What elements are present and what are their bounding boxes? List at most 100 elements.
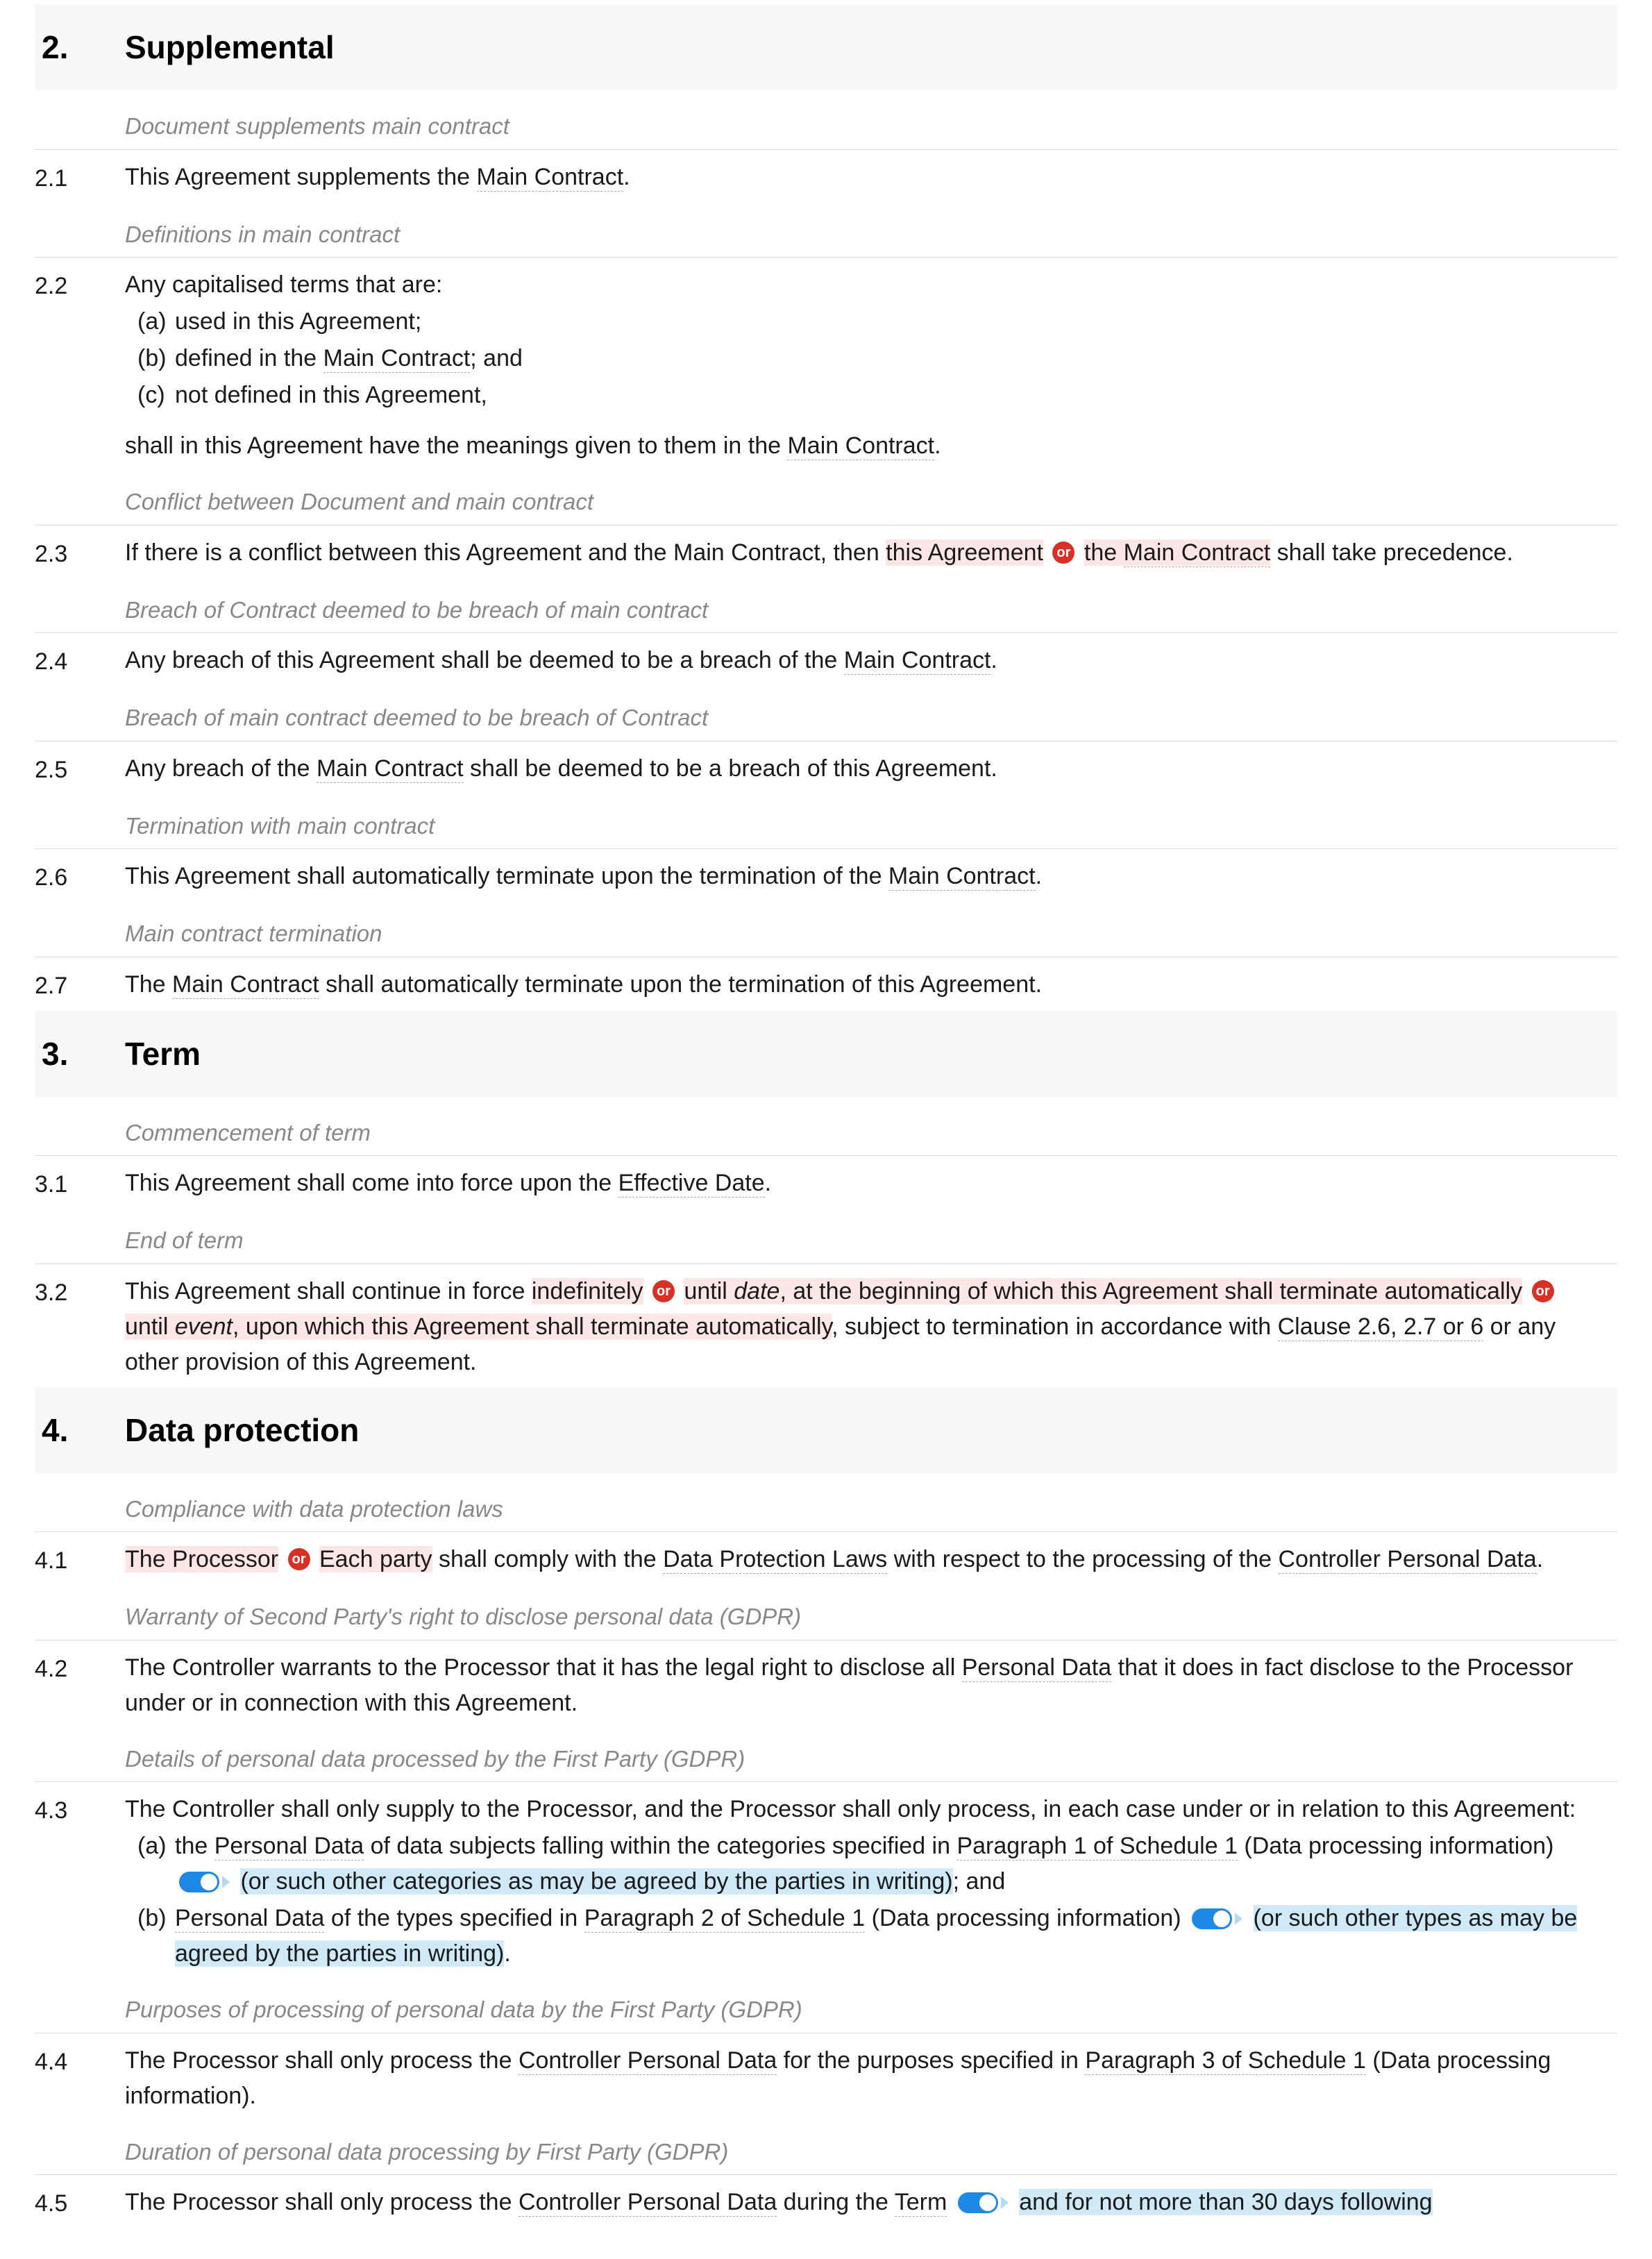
clause-2-7-body: The Main Contract shall automatically te… (125, 967, 1617, 1004)
paragraph-ref[interactable]: Paragraph 3 of Schedule 1 (1085, 2047, 1366, 2075)
defined-term[interactable]: Controller Personal Data (519, 2047, 777, 2075)
section-3-heading: 3. Term (35, 1011, 1617, 1098)
paragraph-ref[interactable]: Paragraph 2 of Schedule 1 (584, 1905, 866, 1933)
defined-term[interactable]: Personal Data (962, 1654, 1111, 1682)
defined-term[interactable]: Main Contract (787, 433, 934, 460)
clause-2-4-num: 2.4 (35, 643, 125, 680)
optional-text[interactable]: (or such other categories as may be agre… (240, 1868, 952, 1895)
defined-term[interactable]: Data Protection Laws (663, 1546, 887, 1574)
caption-2-4-text: Breach of Contract deemed to be breach o… (125, 593, 708, 628)
clause-2-6-body: This Agreement shall automatically termi… (125, 859, 1617, 896)
toggle-optional[interactable] (179, 1872, 230, 1892)
or-selector[interactable]: or (1052, 541, 1074, 564)
clause-4-2-num: 4.2 (35, 1650, 125, 1721)
clause-2-2: 2.2 Any capitalised terms that are: (a)u… (35, 258, 1617, 467)
caption-4-1-text: Compliance with data protection laws (125, 1492, 503, 1527)
clause-4-1-body: The Processor or Each party shall comply… (125, 1542, 1617, 1579)
defined-term[interactable]: Personal Data (214, 1833, 364, 1861)
clause-2-3-num: 2.3 (35, 535, 125, 572)
option-this-agreement[interactable]: this Agreement (886, 539, 1043, 566)
clause-4-4: 4.4 The Processor shall only process the… (35, 2033, 1617, 2117)
defined-term[interactable]: Main Contract (888, 863, 1036, 891)
clause-2-7: 2.7 The Main Contract shall automaticall… (35, 957, 1617, 1007)
clause-4-1-num: 4.1 (35, 1542, 125, 1579)
clause-4-3: 4.3 The Controller shall only supply to … (35, 1782, 1617, 1974)
clause-3-1: 3.1 This Agreement shall come into force… (35, 1156, 1617, 1205)
defined-term[interactable]: Controller Personal Data (1279, 1546, 1537, 1574)
clause-4-4-num: 4.4 (35, 2043, 125, 2114)
clause-4-2: 4.2 The Controller warrants to the Proce… (35, 1640, 1617, 1724)
caption-2-2-text: Definitions in main contract (125, 217, 400, 252)
paragraph-ref[interactable]: Paragraph 1 of Schedule 1 (956, 1833, 1238, 1861)
clause-2-6: 2.6 This Agreement shall automatically t… (35, 849, 1617, 898)
clause-4-3-num: 4.3 (35, 1792, 125, 1972)
caption-3-2-text: End of term (125, 1223, 244, 1258)
option-main-contract[interactable]: the Main Contract (1084, 539, 1270, 566)
caption-2-6-text: Termination with main contract (125, 809, 435, 843)
option-indefinitely[interactable]: indefinitely (532, 1278, 643, 1304)
clause-3-1-body: This Agreement shall come into force upo… (125, 1166, 1617, 1202)
caption-3-1: Commencement of term (35, 1098, 1617, 1157)
clause-ref[interactable]: Clause 2.6, 2.7 or 6 (1278, 1313, 1484, 1341)
clause-2-3: 2.3 If there is a conflict between this … (35, 526, 1617, 575)
caption-2-5: Breach of main contract deemed to be bre… (35, 682, 1617, 741)
clause-2-1: 2.1 This Agreement supplements the Main … (35, 150, 1617, 199)
option-until-event[interactable]: until event, upon which this Agreement s… (125, 1313, 832, 1340)
chevron-right-icon (222, 1876, 230, 1888)
caption-2-3: Conflict between Document and main contr… (35, 467, 1617, 526)
document-root: 2. Supplemental Document supplements mai… (0, 4, 1652, 2259)
clause-2-5-body: Any breach of the Main Contract shall be… (125, 751, 1617, 788)
caption-2-7-text: Main contract termination (125, 916, 382, 951)
section-4-title: Data protection (125, 1406, 359, 1454)
clause-3-1-num: 3.1 (35, 1166, 125, 1202)
clause-2-2-a: (a)used in this Agreement; (137, 304, 1590, 339)
caption-4-1: Compliance with data protection laws (35, 1474, 1617, 1533)
defined-term[interactable]: Main Contract (317, 755, 464, 783)
clause-2-1-num: 2.1 (35, 160, 125, 196)
caption-4-5: Duration of personal data processing by … (35, 2117, 1617, 2176)
caption-2-5-text: Breach of main contract deemed to be bre… (125, 700, 708, 735)
toggle-optional[interactable] (1192, 1908, 1242, 1929)
caption-2-1: Document supplements main contract (35, 91, 1617, 150)
clause-4-5-num: 4.5 (35, 2185, 125, 2222)
caption-2-6: Termination with main contract (35, 791, 1617, 850)
caption-2-2: Definitions in main contract (35, 199, 1617, 258)
clause-2-2-body: Any capitalised terms that are: (a)used … (125, 267, 1617, 464)
section-3-num: 3. (42, 1030, 125, 1078)
clause-3-2-num: 3.2 (35, 1274, 125, 1380)
or-selector[interactable]: or (652, 1280, 675, 1302)
defined-term: Main Contract (1124, 539, 1271, 567)
clause-2-2-b: (b)defined in the Main Contract; and (137, 341, 1590, 376)
option-until-date[interactable]: until date, at the beginning of which th… (684, 1278, 1522, 1304)
defined-term[interactable]: Term (895, 2189, 947, 2217)
caption-2-4: Breach of Contract deemed to be breach o… (35, 575, 1617, 634)
defined-term[interactable]: Main Contract (172, 971, 319, 999)
clause-4-2-body: The Controller warrants to the Processor… (125, 1650, 1617, 1721)
option-each-party[interactable]: Each party (319, 1546, 432, 1572)
clause-4-5: 4.5 The Processor shall only process the… (35, 2175, 1617, 2224)
caption-4-3-text: Details of personal data processed by th… (125, 1742, 745, 1777)
section-4-heading: 4. Data protection (35, 1387, 1617, 1474)
caption-4-5-text: Duration of personal data processing by … (125, 2135, 728, 2169)
clause-2-5: 2.5 Any breach of the Main Contract shal… (35, 741, 1617, 791)
defined-term[interactable]: Effective Date (618, 1170, 765, 1198)
defined-term[interactable]: Controller Personal Data (519, 2189, 777, 2217)
section-2-num: 2. (42, 24, 125, 72)
caption-2-7: Main contract termination (35, 898, 1617, 957)
clause-2-1-body: This Agreement supplements the Main Cont… (125, 160, 1617, 196)
or-selector[interactable]: or (1532, 1280, 1554, 1302)
caption-3-1-text: Commencement of term (125, 1116, 371, 1150)
defined-term[interactable]: Personal Data (175, 1905, 324, 1933)
caption-3-2: End of term (35, 1205, 1617, 1264)
clause-3-2: 3.2 This Agreement shall continue in for… (35, 1264, 1617, 1383)
optional-text[interactable]: and for not more than 30 days following (1019, 2189, 1432, 2215)
defined-term[interactable]: Main Contract (477, 164, 624, 192)
defined-term[interactable]: Main Contract (323, 345, 471, 373)
clause-2-6-num: 2.6 (35, 859, 125, 896)
toggle-optional[interactable] (958, 2192, 1009, 2213)
clause-2-4-body: Any breach of this Agreement shall be de… (125, 643, 1617, 680)
clause-2-2-num: 2.2 (35, 267, 125, 464)
defined-term[interactable]: Main Contract (844, 647, 991, 675)
or-selector[interactable]: or (288, 1548, 310, 1570)
option-processor[interactable]: The Processor (125, 1546, 278, 1572)
